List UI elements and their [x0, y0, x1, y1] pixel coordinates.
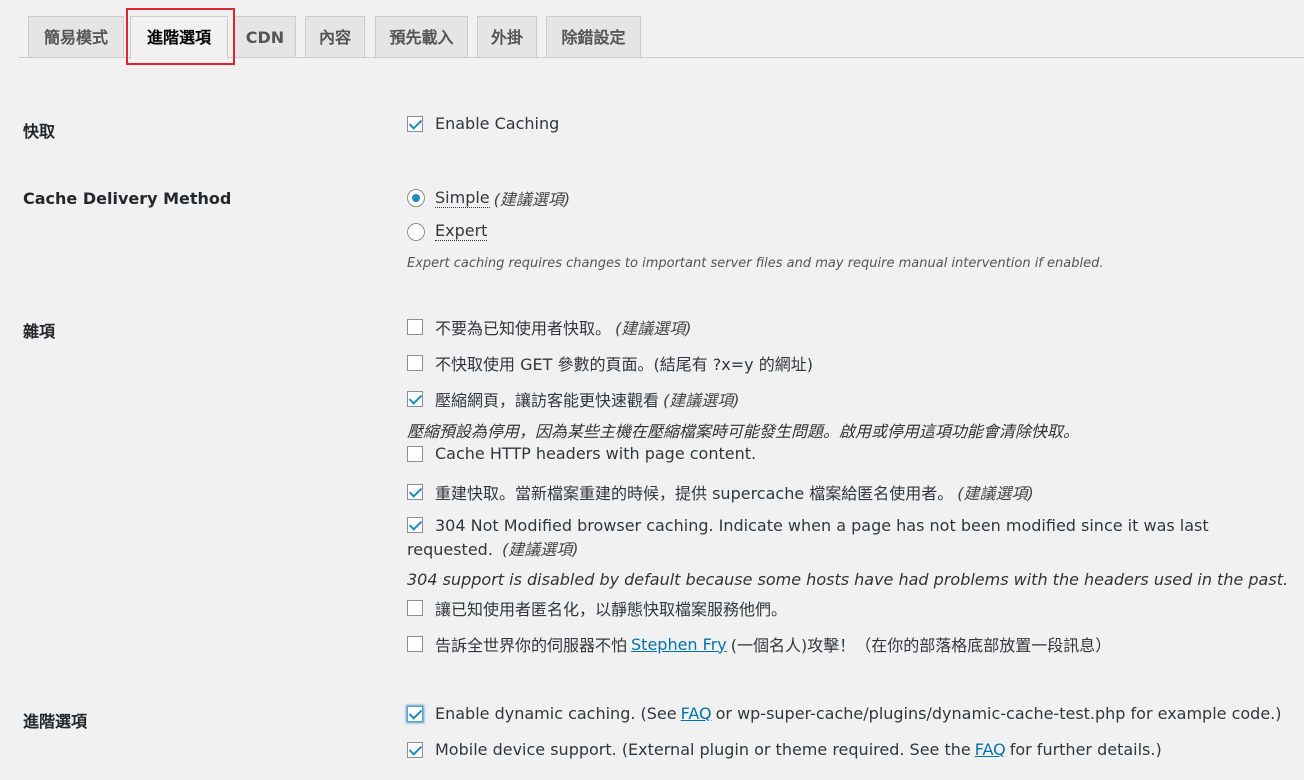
delivery-expert-label: Expert — [435, 221, 488, 241]
anonymize-checkbox[interactable] — [407, 600, 423, 616]
delivery-simple-option[interactable]: Simple (建議選項) — [407, 186, 570, 210]
delivery-expert-radio[interactable] — [407, 222, 425, 241]
compress-checkbox[interactable] — [407, 391, 423, 407]
enable-caching-checkbox[interactable] — [407, 115, 423, 132]
stephen-fry-link[interactable]: Stephen Fry — [631, 635, 727, 654]
dynamic-caching-label-before: Enable dynamic caching. (See — [435, 704, 677, 723]
anonymize-option[interactable]: 讓已知使用者匿名化，以靜態快取檔案服務他們。 — [407, 596, 787, 620]
anonymize-label: 讓已知使用者匿名化，以靜態快取檔案服務他們。 — [435, 600, 788, 619]
dynamic-caching-option[interactable]: Enable dynamic caching. (See FAQ or wp-s… — [407, 704, 1282, 723]
tab-advanced[interactable]: 進階選項 — [130, 16, 228, 59]
recommended-tag: (建議選項) — [493, 190, 571, 209]
tell-world-option[interactable]: 告訴全世界你的伺服器不怕 Stephen Fry (一個名人)攻擊！（在你的部落… — [407, 632, 1111, 656]
tell-world-label-before: 告訴全世界你的伺服器不怕 — [435, 636, 628, 655]
tab-debug[interactable]: 除錯設定 — [546, 16, 641, 57]
delivery-simple-radio[interactable] — [407, 189, 425, 207]
cache-http-headers-option[interactable]: Cache HTTP headers with page content. — [407, 444, 756, 463]
compress-note: 壓縮預設為停用，因為某些主機在壓縮檔案時可能發生問題。啟用或停用這項功能會清除快… — [407, 422, 1080, 441]
recommended-tag: (建議選項) — [615, 319, 692, 338]
tab-preload[interactable]: 預先載入 — [375, 16, 468, 57]
compress-option[interactable]: 壓縮網頁，讓訪客能更快速觀看 (建議選項) — [407, 387, 740, 411]
cache-http-headers-checkbox[interactable] — [407, 445, 423, 462]
not-modified-note: 304 support is disabled by default becau… — [407, 570, 1289, 589]
delivery-simple-label: Simple — [435, 187, 490, 208]
settings-page: 簡易模式 進階選項 CDN 內容 預先載入 外掛 除錯設定 快取 Enable … — [0, 0, 1304, 780]
mobile-faq-link[interactable]: FAQ — [975, 740, 1006, 759]
rebuild-cache-checkbox[interactable] — [407, 484, 423, 500]
mobile-support-label-before: Mobile device support. (External plugin … — [435, 740, 971, 759]
mobile-support-checkbox[interactable] — [407, 741, 423, 758]
mobile-support-option[interactable]: Mobile device support. (External plugin … — [407, 740, 1162, 759]
caching-label: 快取 — [23, 122, 56, 141]
tab-easy[interactable]: 簡易模式 — [28, 16, 124, 57]
no-cache-known-users-label: 不要為已知使用者快取。 — [435, 319, 612, 338]
tell-world-checkbox[interactable] — [407, 636, 423, 652]
recommended-tag: (建議選項) — [502, 540, 579, 559]
misc-label: 雜項 — [23, 322, 56, 341]
advanced-label: 進階選項 — [23, 712, 88, 731]
tab-cdn[interactable]: CDN — [234, 16, 296, 57]
tab-contents[interactable]: 內容 — [305, 16, 365, 57]
delivery-expert-note: Expert caching requires changes to impor… — [407, 256, 1104, 271]
delivery-method-label: Cache Delivery Method — [23, 189, 232, 208]
not-modified-checkbox[interactable] — [407, 517, 423, 533]
cache-http-headers-label: Cache HTTP headers with page content. — [435, 444, 757, 463]
dynamic-faq-link[interactable]: FAQ — [681, 704, 712, 723]
no-cache-known-users-checkbox[interactable] — [407, 319, 423, 335]
mobile-support-label-after: for further details.) — [1009, 740, 1162, 759]
tab-plugins[interactable]: 外掛 — [477, 16, 537, 57]
dynamic-caching-checkbox[interactable] — [407, 705, 423, 722]
no-cache-get-option[interactable]: 不快取使用 GET 參數的頁面。(結尾有 ?x=y 的網址) — [407, 351, 813, 375]
recommended-tag: (建議選項) — [957, 484, 1034, 503]
enable-caching-option[interactable]: Enable Caching — [407, 114, 559, 133]
settings-tabs: 簡易模式 進階選項 CDN 內容 預先載入 外掛 除錯設定 — [0, 0, 1304, 65]
dynamic-caching-label-after: or wp-super-cache/plugins/dynamic-cache-… — [715, 704, 1282, 723]
no-cache-known-users-option[interactable]: 不要為已知使用者快取。 (建議選項) — [407, 315, 692, 339]
enable-caching-label: Enable Caching — [435, 114, 560, 133]
tell-world-label-after: (一個名人)攻擊！（在你的部落格底部放置一段訊息） — [730, 636, 1112, 655]
no-cache-get-checkbox[interactable] — [407, 355, 423, 371]
recommended-tag: (建議選項) — [663, 391, 740, 410]
rebuild-cache-option[interactable]: 重建快取。當新檔案重建的時候，提供 supercache 檔案給匿名使用者。 (… — [407, 480, 1034, 504]
no-cache-get-label: 不快取使用 GET 參數的頁面。(結尾有 ?x=y 的網址) — [435, 355, 813, 374]
delivery-expert-option[interactable]: Expert — [407, 221, 488, 241]
not-modified-option[interactable]: 304 Not Modified browser caching. Indica… — [407, 514, 1297, 562]
compress-label: 壓縮網頁，讓訪客能更快速觀看 — [435, 391, 660, 410]
rebuild-cache-label: 重建快取。當新檔案重建的時候，提供 supercache 檔案給匿名使用者。 — [435, 484, 954, 503]
